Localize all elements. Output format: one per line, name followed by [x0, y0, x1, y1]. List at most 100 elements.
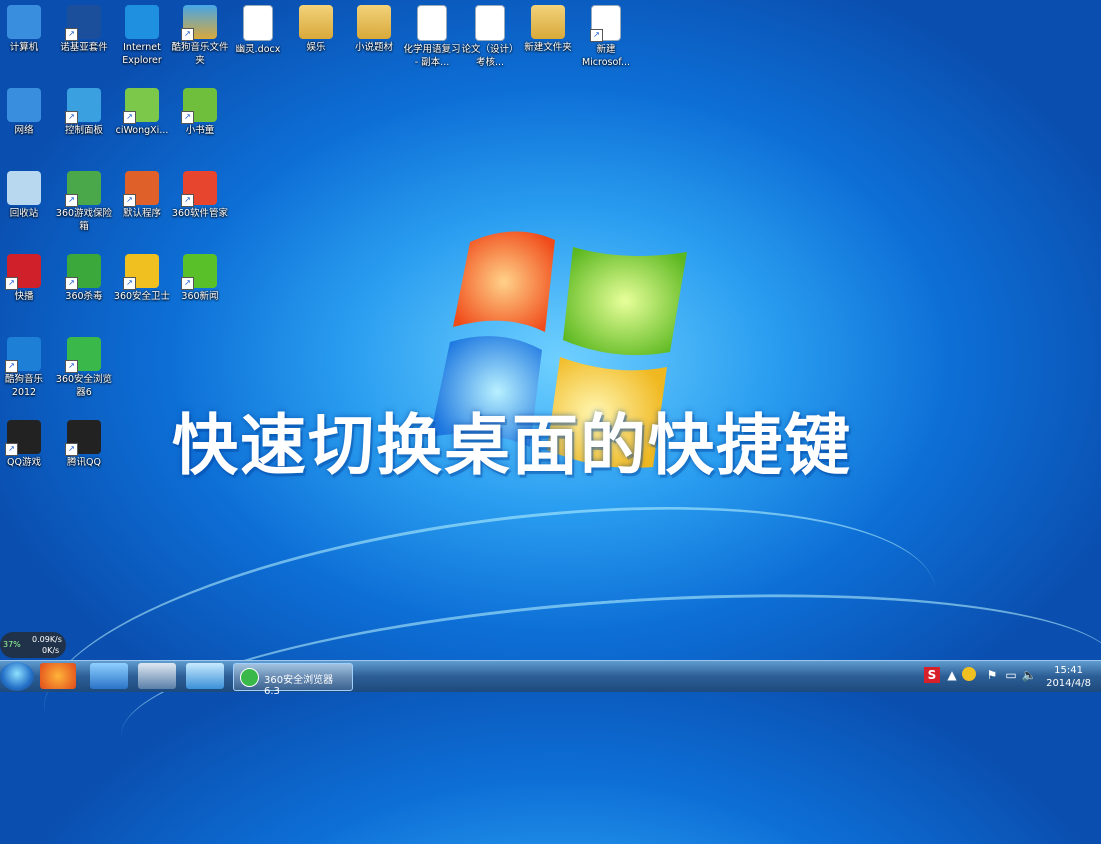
network-icon: [7, 88, 41, 122]
desktop-icon-label: 回收站: [9, 208, 39, 219]
shortcut-arrow-icon: ↗: [65, 194, 78, 207]
desktop-icon[interactable]: ↗ 快播: [0, 251, 53, 303]
shortcut-arrow-icon: ↗: [123, 277, 136, 290]
shortcut-arrow-icon: ↗: [5, 277, 18, 290]
desktop-icon[interactable]: 计算机: [0, 2, 53, 54]
default-programs-icon: ↗: [123, 171, 159, 207]
shortcut-arrow-icon: ↗: [123, 111, 136, 124]
shortcut-arrow-icon: ↗: [5, 360, 18, 373]
desktop-icon[interactable]: 化学用语复习 - 副本...: [403, 2, 461, 69]
desktop-icon-label: 诺基亚套件: [60, 42, 108, 53]
network-tray-icon[interactable]: ▭: [1003, 667, 1019, 683]
shortcut-arrow-icon: ↗: [65, 277, 78, 290]
desktop-icon-label: 360杀毒: [65, 291, 103, 302]
shortcut-arrow-icon: ↗: [5, 443, 18, 456]
shortcut-arrow-icon: ↗: [65, 360, 78, 373]
sogou-input-icon[interactable]: S: [924, 667, 940, 683]
desktop-icon[interactable]: ↗ 默认程序: [113, 168, 171, 220]
desktop-icon[interactable]: ↗ 360安全浏览器6: [55, 334, 113, 399]
desktop-icon-label: 360游戏保险箱: [55, 208, 113, 232]
desktop-icon[interactable]: ↗ 360游戏保险箱: [55, 168, 113, 233]
desktop-icon[interactable]: ↗ 酷狗音乐2012: [0, 334, 53, 399]
control-panel-icon: ↗: [65, 88, 101, 124]
shortcut-arrow-icon: ↗: [590, 29, 603, 42]
shortcut-arrow-icon: ↗: [65, 111, 78, 124]
desktop-icon[interactable]: ↗ 360杀毒: [55, 251, 113, 303]
desktop-icon[interactable]: ↗ QQ游戏: [0, 417, 53, 469]
word-doc-icon: ↗: [590, 5, 621, 42]
desktop-icon-label: 新建 Microsof...: [581, 44, 631, 68]
desktop-icon-label: 快播: [14, 291, 34, 302]
recycle-bin-icon: [7, 171, 41, 205]
desktop-icon[interactable]: 论文（设计）考核...: [461, 2, 519, 69]
desktop-icon[interactable]: ↗ 酷狗音乐文件夹: [171, 2, 229, 67]
desktop-icon-label: 计算机: [9, 42, 39, 53]
action-center-icon[interactable]: ⚑: [984, 667, 1000, 683]
desktop-icon[interactable]: ↗ 小书童: [171, 85, 229, 137]
upload-speed: 0.09K/s: [32, 635, 62, 644]
desktop-icon-label: 幽灵.docx: [235, 44, 281, 55]
desktop-icon-label: 网络: [14, 125, 34, 136]
360-game-safe-icon: ↗: [65, 171, 101, 207]
desktop-icon-label: 默认程序: [122, 208, 161, 219]
folder-icon: [357, 5, 391, 39]
desktop-icon[interactable]: Internet Explorer: [113, 2, 171, 67]
kugou-icon: ↗: [5, 337, 41, 373]
show-desktop-icon[interactable]: [90, 663, 128, 689]
desktop-icon[interactable]: ↗ 诺基亚套件: [55, 2, 113, 54]
desktop-icon[interactable]: 网络: [0, 85, 53, 137]
desktop-icon-label: 化学用语复习 - 副本...: [403, 44, 461, 68]
desktop-icon[interactable]: ↗ 新建 Microsof...: [577, 2, 635, 69]
desktop-icon-label: QQ游戏: [7, 457, 41, 468]
desktop-icon-label: Internet Explorer: [122, 42, 162, 66]
computer-icon: [7, 5, 41, 39]
shortcut-arrow-icon: ↗: [65, 443, 78, 456]
ie-icon: [125, 5, 159, 39]
qq-icon: ↗: [65, 420, 101, 456]
desktop-icon-label: 360安全卫士: [113, 291, 171, 302]
volume-icon[interactable]: 🔈: [1021, 667, 1037, 683]
desktop-icon[interactable]: 小说题材: [345, 2, 403, 54]
360-safeguard-icon: ↗: [123, 254, 159, 290]
task-label: 360安全浏览器 6.3: [264, 675, 334, 697]
360-quicklaunch-icon[interactable]: [40, 663, 76, 689]
nokia-suite-icon: ↗: [65, 5, 101, 41]
desktop-icon[interactable]: ↗ ciWongXi...: [113, 85, 171, 137]
desktop-icon[interactable]: ↗ 腾讯QQ: [55, 417, 113, 469]
desktop-icon-label: 360软件管家: [171, 208, 229, 219]
start-button[interactable]: [0, 662, 34, 691]
clock-time: 15:41: [1054, 665, 1083, 676]
360-software-manager-icon: ↗: [181, 171, 217, 207]
xiaoshutong-icon: ↗: [181, 88, 217, 124]
360-tray-icon[interactable]: [962, 667, 976, 681]
desktop-icon[interactable]: 回收站: [0, 168, 53, 220]
desktop-icon[interactable]: 娱乐: [287, 2, 345, 54]
shortcut-arrow-icon: ↗: [181, 28, 194, 41]
desktop-icon-label: ciWongXi...: [115, 125, 169, 136]
desktop-icon-label: 酷狗音乐2012: [4, 374, 43, 398]
desktop-icon-label: 论文（设计）考核...: [461, 44, 519, 68]
tray-expand-icon[interactable]: ▲: [944, 667, 960, 683]
word-doc-icon: [243, 5, 273, 41]
desktop-switch-icon[interactable]: [186, 663, 224, 689]
desktop-icon[interactable]: ↗ 控制面板: [55, 85, 113, 137]
desktop-icon[interactable]: 新建文件夹: [519, 2, 577, 54]
desktop-icon[interactable]: 幽灵.docx: [229, 2, 287, 56]
desktop-icon-label: 小说题材: [354, 42, 393, 53]
window-switch-icon[interactable]: [138, 663, 176, 689]
desktop-icon[interactable]: ↗ 360软件管家: [171, 168, 229, 220]
network-speed-widget[interactable]: 37% 0.09K/s 0K/s: [0, 632, 66, 658]
shortcut-arrow-icon: ↗: [65, 28, 78, 41]
360-antivirus-icon: ↗: [65, 254, 101, 290]
clock[interactable]: 15:41 2014/4/8: [1046, 664, 1091, 690]
kugou-folder-icon: ↗: [181, 5, 217, 41]
desktop-icon[interactable]: ↗ 360安全卫士: [113, 251, 171, 303]
360-browser-task-icon: [240, 668, 259, 687]
widget-percent: 37%: [3, 640, 21, 649]
desktop-icon[interactable]: ↗ 360新闻: [171, 251, 229, 303]
task-360-browser[interactable]: 360安全浏览器 6.3: [233, 663, 353, 697]
folder-icon: [299, 5, 333, 39]
shortcut-arrow-icon: ↗: [181, 277, 194, 290]
shortcut-arrow-icon: ↗: [181, 194, 194, 207]
document-icon: [417, 5, 447, 41]
